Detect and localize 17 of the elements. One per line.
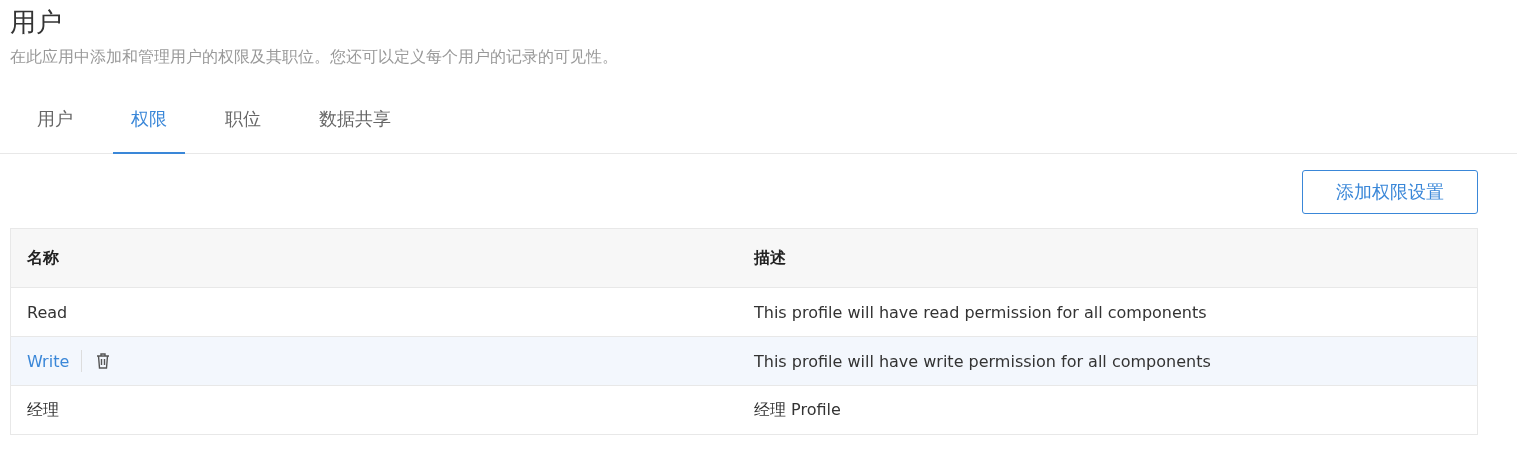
profile-description: This profile will have write permission for all components	[754, 351, 1211, 371]
profile-description: 经理 Profile	[754, 399, 841, 421]
page-subtitle: 在此应用中添加和管理用户的权限及其职位。您还可以定义每个用户的记录的可见性。	[10, 46, 619, 68]
profile-name: 经理	[27, 399, 59, 421]
column-header: 名称	[27, 247, 59, 269]
add-permission-button[interactable]: 添加权限设置	[1302, 170, 1478, 214]
profile-description: This profile will have read permission for all components	[754, 302, 1207, 322]
trash-icon[interactable]	[96, 353, 111, 369]
table-row[interactable]: Write This profile will have write permission for all components	[11, 336, 1477, 385]
profile-name: Read	[27, 302, 68, 322]
column-header: 描述	[754, 247, 786, 269]
tab[interactable]: 数据共享	[301, 86, 409, 154]
page-title: 用户	[10, 6, 63, 39]
tab[interactable]: 权限	[113, 86, 185, 154]
profile-name[interactable]: Write	[27, 351, 70, 371]
tab[interactable]: 用户	[19, 86, 91, 154]
tab[interactable]: 职位	[207, 86, 279, 154]
